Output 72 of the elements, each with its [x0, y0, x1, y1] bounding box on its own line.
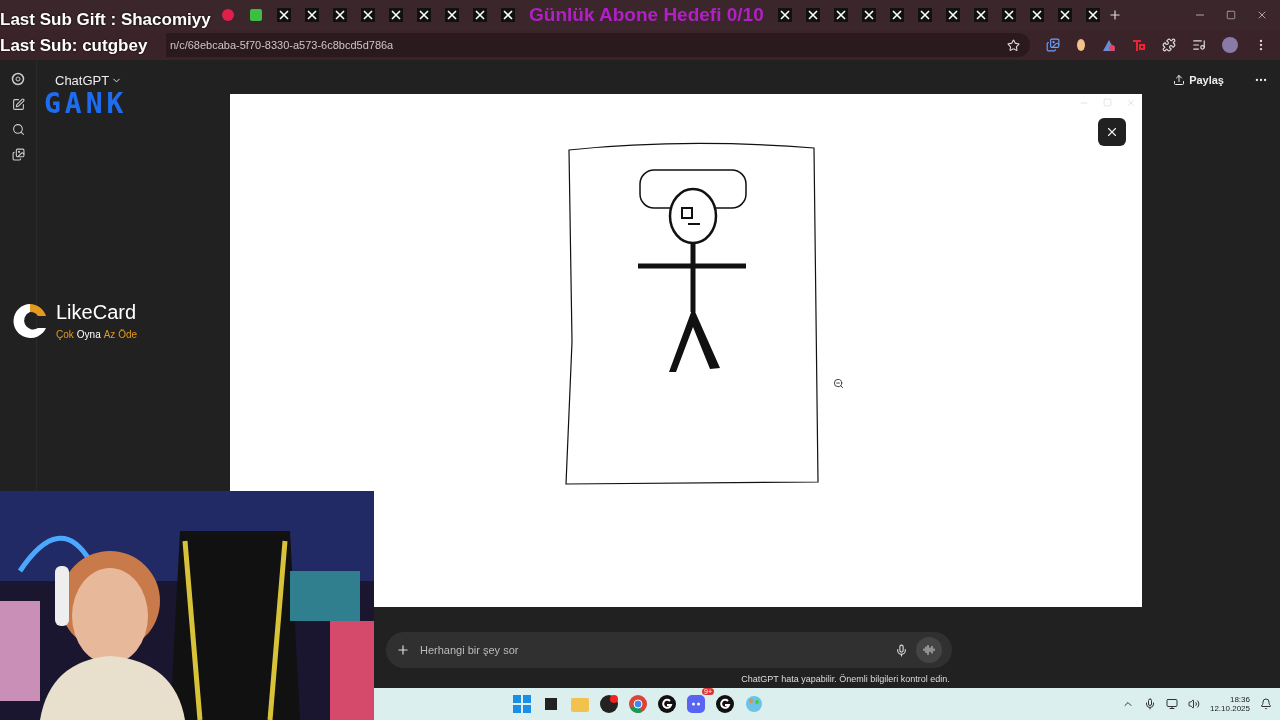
record-icon — [222, 9, 234, 21]
maximize-icon[interactable] — [1226, 10, 1236, 20]
microphone-icon[interactable] — [1143, 698, 1156, 710]
avatar-icon[interactable] — [1222, 37, 1238, 53]
overlay-text: Last Sub Gift : Shacomiyy — [0, 10, 211, 30]
notification-icon[interactable] — [1260, 698, 1272, 710]
voice-button[interactable] — [916, 637, 942, 663]
x-logo-icon — [1085, 8, 1100, 22]
g-logo-icon[interactable] — [716, 695, 734, 713]
audio-wave-icon — [923, 644, 935, 656]
x-logo-icon — [973, 8, 988, 22]
media-control-icon[interactable] — [1192, 38, 1206, 52]
close-icon — [1105, 125, 1119, 139]
x-logo-icon — [889, 8, 904, 22]
x-logo-icon — [473, 8, 487, 22]
x-logo-icon — [1029, 8, 1044, 22]
disclaimer-text: ChatGPT hata yapabilir. Önemli bilgileri kontrol edin. — [740, 674, 951, 684]
slogan-text: Çok — [56, 328, 74, 340]
x-logo-icon — [1001, 8, 1016, 22]
overlay-text: Last Sub: cutgbey — [0, 36, 148, 56]
browser-icon[interactable] — [629, 695, 647, 713]
upload-icon — [1173, 74, 1186, 86]
close-icon[interactable] — [1256, 9, 1268, 21]
x-logo-icon — [501, 8, 515, 22]
logo-text: GANK — [44, 91, 128, 117]
sponsor-name: LikeCard — [56, 300, 138, 324]
new-chat-icon[interactable] — [11, 98, 25, 111]
library-icon[interactable] — [11, 148, 25, 161]
x-logo-icon — [389, 8, 403, 22]
share-button[interactable]: Paylaş — [1167, 73, 1230, 87]
model-selector[interactable]: ChatGPT — [49, 71, 129, 89]
x-logo-icon — [445, 8, 459, 22]
zoom-out-icon[interactable] — [833, 378, 844, 389]
x-logo-icon — [1057, 8, 1072, 22]
close-button[interactable] — [1098, 118, 1126, 146]
chat-input[interactable]: Herhangi bir şey sor — [386, 632, 952, 668]
app-icon — [250, 9, 262, 21]
clock-date: 12.10.2025 — [1209, 704, 1250, 713]
x-logo-icon — [333, 8, 347, 22]
slogan-text: Az Öde — [103, 328, 138, 340]
extensions-icon[interactable] — [1162, 38, 1176, 52]
goal-text: Günlük Abone Hedefi 0/10 — [529, 4, 764, 26]
x-logo-icon — [833, 8, 848, 22]
x-logo-icon — [305, 8, 319, 22]
message-field[interactable]: Herhangi bir şey sor — [418, 643, 887, 657]
microphone-icon[interactable] — [895, 643, 908, 657]
record-app-icon[interactable] — [600, 695, 618, 713]
x-logo-icon — [361, 8, 375, 22]
address-bar[interactable]: n/c/68ebcaba-5f70-8330-a573-6c8bcd5d786a — [166, 33, 1030, 57]
add-icon[interactable] — [396, 643, 410, 657]
task-view-icon[interactable] — [543, 696, 559, 712]
network-icon[interactable] — [1165, 698, 1178, 710]
clock-time: 18:36 — [1229, 695, 1250, 704]
new-tab-icon[interactable] — [1107, 8, 1122, 22]
x-logo-icon — [945, 8, 960, 22]
volume-icon[interactable] — [1187, 698, 1200, 710]
slogan-text: Oyna — [76, 328, 101, 340]
x-logo-icon — [917, 8, 932, 22]
search-icon[interactable] — [11, 123, 25, 136]
x-logo-icon — [805, 8, 820, 22]
x-logo-icon — [777, 8, 792, 22]
logo-icon[interactable] — [11, 72, 25, 86]
extension-icon[interactable] — [1102, 38, 1116, 52]
x-logo-icon — [417, 8, 431, 22]
chat-app-icon[interactable] — [687, 695, 705, 713]
g-logo-icon[interactable] — [658, 695, 676, 713]
x-logo-icon — [861, 8, 876, 22]
extension-icon[interactable] — [1076, 38, 1086, 52]
url-text: n/c/68ebcaba-5f70-8330-a573-6c8bcd5d786a — [170, 39, 395, 51]
x-logo-icon — [277, 8, 291, 22]
windows-icon[interactable] — [513, 695, 531, 713]
bookmark-star-icon[interactable] — [1007, 38, 1020, 52]
